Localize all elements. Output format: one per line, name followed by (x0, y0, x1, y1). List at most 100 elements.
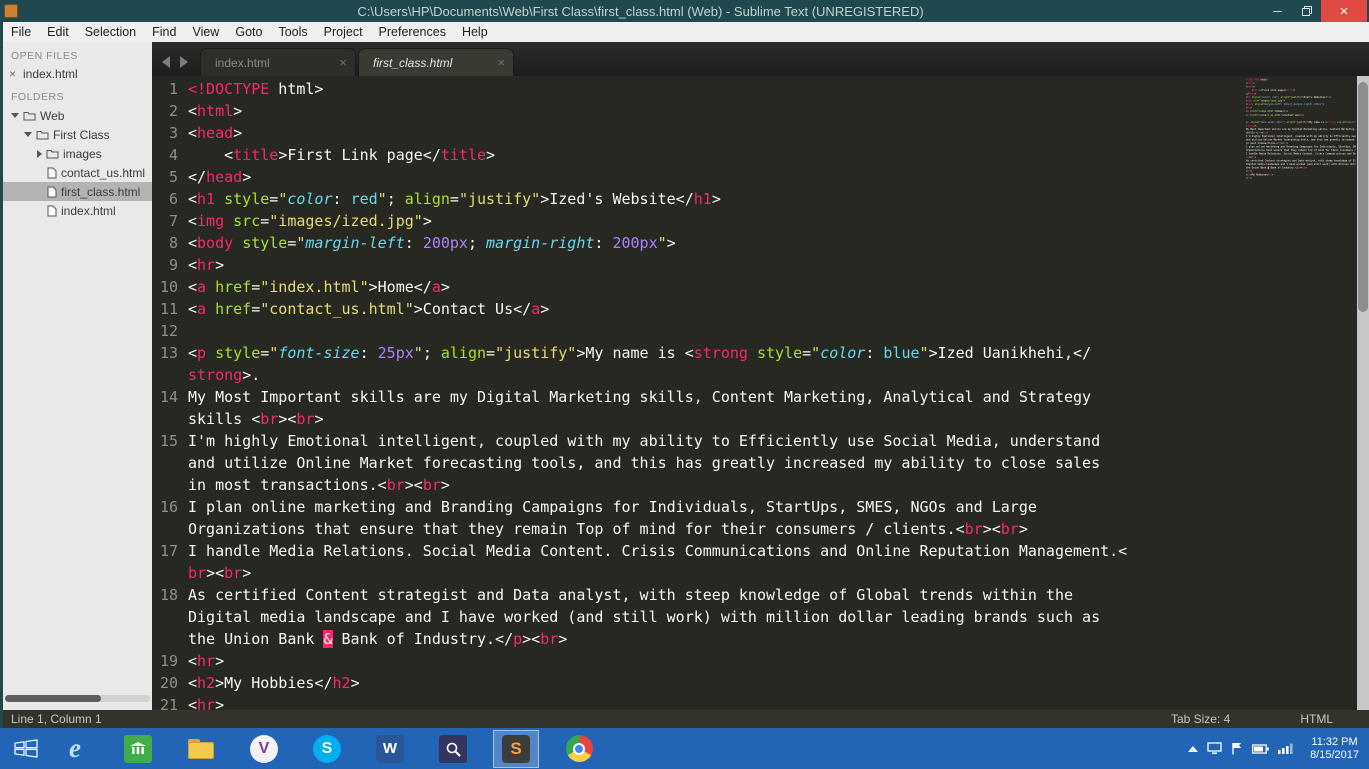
tree-item-web[interactable]: Web (3, 106, 152, 125)
start-button[interactable] (0, 728, 52, 769)
line-number (152, 474, 188, 496)
history-forward-icon[interactable] (180, 56, 188, 68)
code-row[interactable]: Organizations that ensure that they rema… (152, 518, 1369, 540)
tree-item-images[interactable]: images (3, 144, 152, 163)
line-number: 19 (159, 652, 178, 670)
menu-item-find[interactable]: Find (144, 23, 184, 41)
code-row[interactable]: 18 As certified Content strategist and Da… (152, 584, 1369, 606)
close-file-icon[interactable]: × (9, 67, 18, 81)
code-row[interactable]: 12 (152, 320, 1369, 342)
taskbar-internet-explorer-button[interactable]: e (52, 730, 98, 768)
taskbar-v-app-button[interactable]: V (241, 730, 287, 768)
editor-scrollbar[interactable] (1357, 76, 1369, 710)
sidebar-scrollbar-thumb[interactable] (5, 695, 101, 702)
open-file-item[interactable]: × index.html (3, 65, 152, 83)
code-row[interactable]: strong>. (152, 364, 1369, 386)
code-row[interactable]: 8 <body style="margin-left: 200px; margin… (152, 232, 1369, 254)
taskbar-skype-button[interactable]: S (304, 730, 350, 768)
tray-network-icon[interactable] (1278, 743, 1293, 754)
code-row[interactable]: skills <br><br> (152, 408, 1369, 430)
tab-size-indicator[interactable]: Tab Size: 4 (1171, 712, 1230, 726)
disclosure-closed-icon[interactable] (37, 149, 42, 158)
code-row[interactable]: br><br> (152, 562, 1369, 584)
taskbar-chrome-button[interactable] (556, 730, 602, 768)
caret-position[interactable]: Line 1, Column 1 (11, 712, 1171, 726)
code-row[interactable]: 3 <head> (152, 122, 1369, 144)
tray-display-icon[interactable] (1207, 742, 1222, 755)
minimap[interactable]: <!DOCTYPE html> <html> <head> <title>First… (1246, 78, 1356, 208)
code-row[interactable]: 6 <h1 style="color: red"; align="justify"… (152, 188, 1369, 210)
tree-item-first-class-html[interactable]: first_class.html (3, 182, 152, 201)
menu-item-file[interactable]: File (3, 23, 39, 41)
code-row[interactable]: 10 <a href="index.html">Home</a> (152, 276, 1369, 298)
code-row[interactable]: 4 <title>First Link page</title> (152, 144, 1369, 166)
code-row[interactable]: Digital media landscape and I have worke… (152, 606, 1369, 628)
menu-item-edit[interactable]: Edit (39, 23, 77, 41)
code-row[interactable]: 9 <hr> (152, 254, 1369, 276)
editor-scrollbar-thumb[interactable] (1358, 82, 1368, 312)
tab-first-class-html[interactable]: first_class.html × (358, 48, 514, 76)
v-app-icon: V (250, 734, 278, 763)
code-row[interactable]: 19 <hr> (152, 650, 1369, 672)
line-number: 20 (159, 674, 178, 692)
tree-item-first-class[interactable]: First Class (3, 125, 152, 144)
history-back-icon[interactable] (162, 56, 170, 68)
disclosure-open-icon[interactable] (11, 113, 19, 118)
code-row[interactable]: 15 I'm highly Emotional intelligent, coup… (152, 430, 1369, 452)
menu-item-help[interactable]: Help (454, 23, 496, 41)
code-row[interactable]: 21 <hr> (152, 694, 1369, 710)
menu-item-project[interactable]: Project (316, 23, 371, 41)
file-icon (47, 186, 57, 197)
word-icon: W (376, 734, 404, 763)
menu-item-view[interactable]: View (184, 23, 227, 41)
tab-close-icon[interactable]: × (491, 55, 505, 70)
menu-item-selection[interactable]: Selection (77, 23, 144, 41)
taskbar-magnifier-button[interactable] (430, 730, 476, 768)
syntax-indicator[interactable]: HTML (1300, 712, 1333, 726)
restore-button[interactable] (1292, 0, 1321, 22)
code-row[interactable]: 17 I handle Media Relations. Social Media… (152, 540, 1369, 562)
code-row[interactable]: 16 I plan online marketing and Branding C… (152, 496, 1369, 518)
folder-icon (36, 131, 49, 140)
show-hidden-icons-chevron[interactable] (1188, 745, 1199, 752)
taskbar-file-explorer-button[interactable] (178, 730, 224, 768)
code-row[interactable]: 1 <!DOCTYPE html> (152, 78, 1369, 100)
code-editor[interactable]: 1 <!DOCTYPE html> 2 <html> 3 <head> 4 <title>F… (152, 76, 1369, 710)
code-row[interactable]: 11 <a href="contact_us.html">Contact Us</… (152, 298, 1369, 320)
line-number: 8 (168, 234, 178, 252)
line-number: 11 (159, 300, 178, 318)
clock-time: 11:32 PM (1311, 735, 1358, 748)
line-number: 13 (159, 344, 178, 362)
line-number: 21 (159, 696, 178, 710)
code-row[interactable]: 2 <html> (152, 100, 1369, 122)
code-row[interactable]: and utilize Online Market forecasting to… (152, 452, 1369, 474)
menu-item-tools[interactable]: Tools (270, 23, 315, 41)
taskbar-sublime-text-button[interactable]: S (493, 729, 539, 768)
taskbar-word-button[interactable]: W (367, 730, 413, 768)
tab-index-html[interactable]: index.html × (200, 48, 356, 76)
code-row[interactable]: 14 My Most Important skills are my Digita… (152, 386, 1369, 408)
file-icon (47, 167, 57, 178)
code-row[interactable]: in most transactions.<br><br> (152, 474, 1369, 496)
tree-item-index-html[interactable]: index.html (3, 201, 152, 220)
code-row[interactable]: 20 <h2>My Hobbies</h2> (152, 672, 1369, 694)
disclosure-open-icon[interactable] (24, 132, 32, 137)
code-row[interactable]: 7 <img src="images/ized.jpg"> (152, 210, 1369, 232)
menu-item-preferences[interactable]: Preferences (371, 23, 454, 41)
tree-item-contact-us[interactable]: contact_us.html (3, 163, 152, 182)
tab-close-icon[interactable]: × (333, 55, 347, 70)
taskbar-green-app-button[interactable] (115, 730, 161, 768)
magnifier-icon (439, 734, 467, 763)
clock-date: 8/15/2017 (1310, 748, 1359, 761)
taskbar-clock[interactable]: 11:32 PM 8/15/2017 (1302, 736, 1359, 762)
code-row[interactable]: 13 <p style="font-size: 25px"; align="jus… (152, 342, 1369, 364)
sidebar-scrollbar[interactable] (5, 695, 150, 702)
tray-flag-icon[interactable] (1231, 742, 1243, 755)
minimize-button[interactable]: ─ (1263, 0, 1292, 22)
tray-battery-icon[interactable] (1252, 743, 1269, 754)
code-row[interactable]: 5 </head> (152, 166, 1369, 188)
folders-label: FOLDERS (11, 91, 65, 103)
code-row[interactable]: the Union Bank & Bank of Industry.</p><b… (152, 628, 1369, 650)
close-button[interactable]: × (1321, 0, 1367, 22)
menu-item-goto[interactable]: Goto (227, 23, 270, 41)
